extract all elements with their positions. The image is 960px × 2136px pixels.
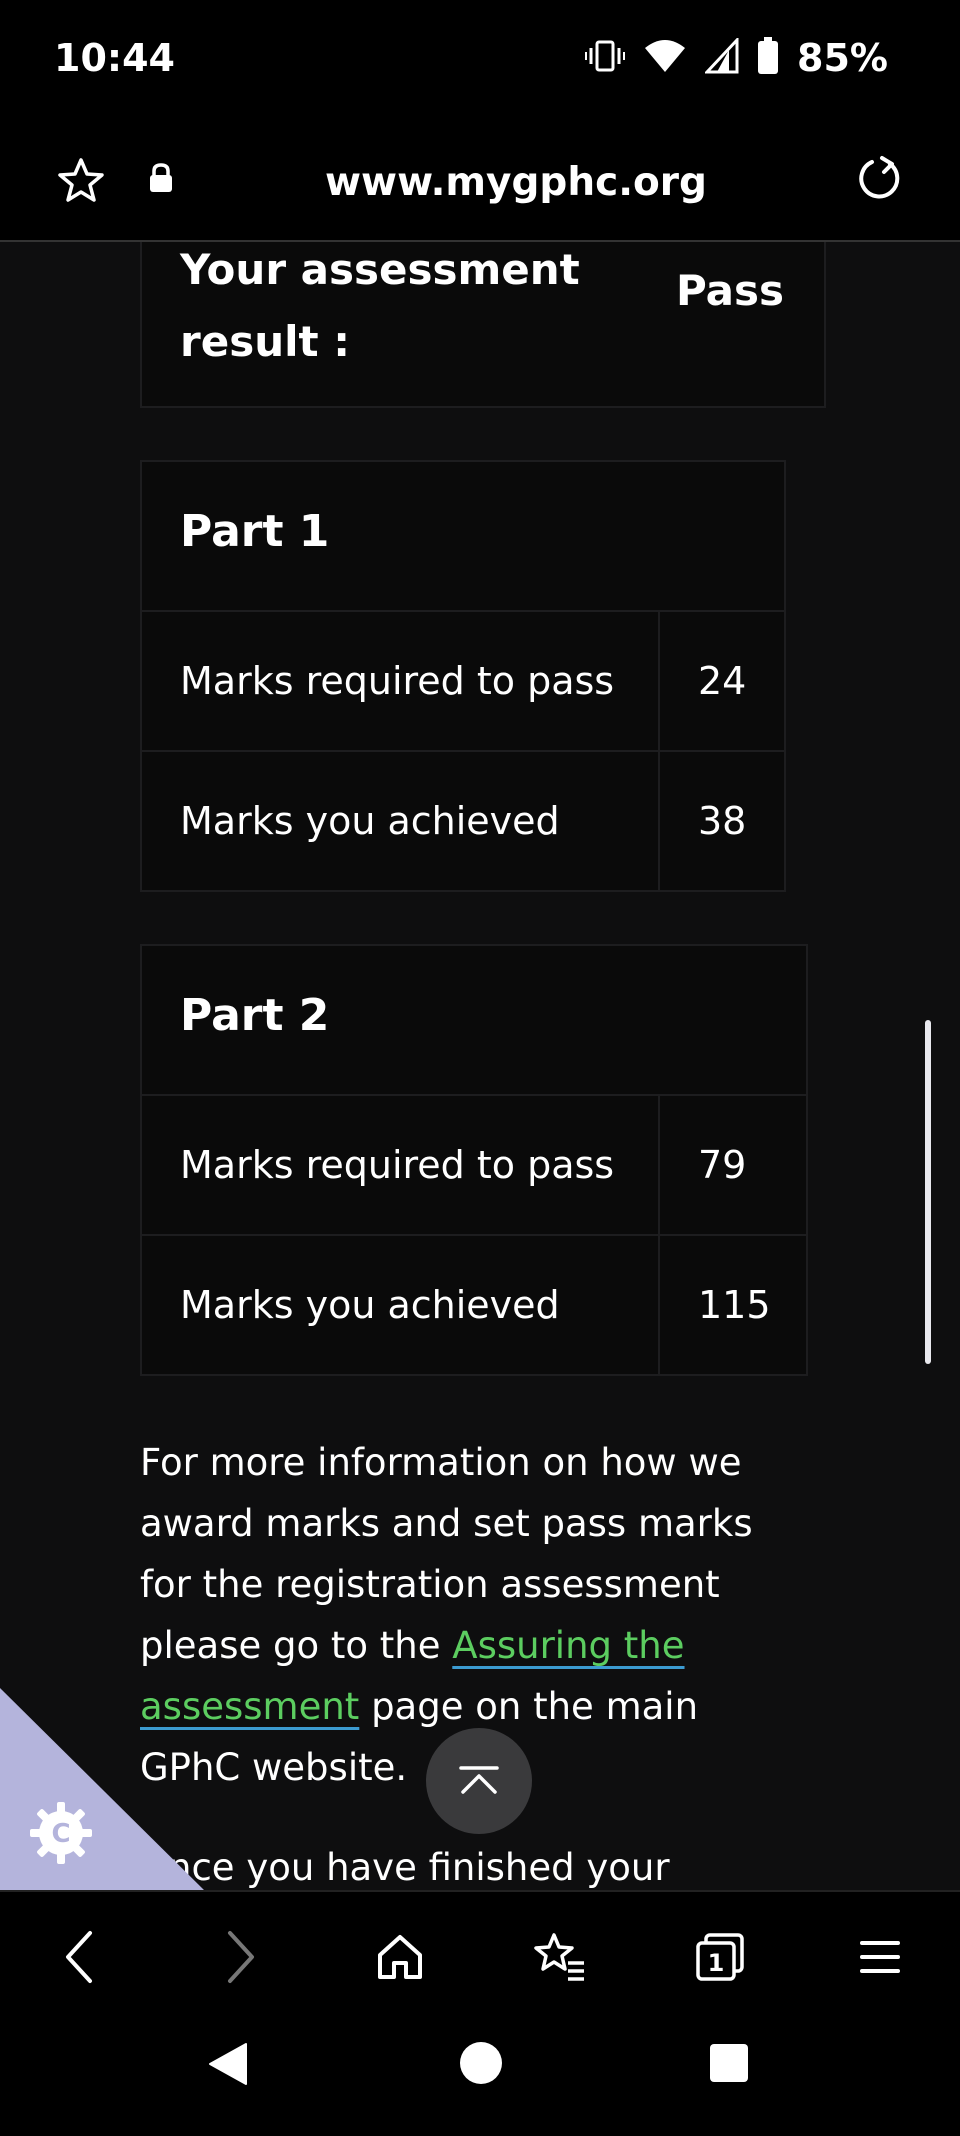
lock-icon[interactable] (148, 162, 174, 198)
battery-percent: 85% (797, 36, 888, 80)
bookmarks-button[interactable] (510, 1907, 610, 2007)
gear-badge-icon: C (30, 1802, 92, 1864)
svg-text:1: 1 (708, 1949, 725, 1977)
row-value: 115 (698, 1283, 771, 1327)
part-2-title: Part 2 (142, 946, 806, 1096)
forward-button[interactable] (190, 1907, 290, 2007)
row-label: Marks required to pass (142, 612, 660, 750)
android-navigation-bar (0, 2020, 960, 2136)
menu-button[interactable] (830, 1907, 930, 2007)
battery-icon (757, 37, 779, 79)
row-label: Marks you achieved (142, 752, 660, 890)
vibrate-icon (585, 38, 626, 78)
star-list-icon (534, 1933, 584, 1981)
bookmark-star-icon[interactable] (56, 156, 106, 210)
scroll-to-top-button[interactable] (426, 1728, 532, 1834)
part-1-title: Part 1 (142, 462, 784, 612)
assessment-result-label: Your assessment result : (180, 245, 580, 366)
part-title-text: Part 1 (180, 506, 330, 557)
home-button[interactable] (350, 1907, 450, 2007)
row-label: Marks you achieved (142, 1236, 660, 1374)
web-page-content: Your assessment result : Pass Part 1 Mar… (0, 242, 960, 1890)
home-icon (378, 1935, 422, 1979)
part-2-table: Part 2 Marks required to pass 79 Marks y… (140, 944, 808, 1376)
hamburger-menu-icon (860, 1941, 900, 1973)
assessment-result-value: Pass (676, 266, 784, 315)
row-value: 24 (698, 659, 747, 703)
url-address[interactable]: www.mygphc.org (200, 160, 832, 205)
table-row: Marks required to pass 24 (142, 612, 784, 752)
status-icons: 85% (585, 36, 888, 80)
signal-icon (703, 36, 739, 78)
status-time: 10:44 (54, 36, 175, 80)
part-title-text: Part 2 (180, 990, 330, 1041)
wifi-icon (643, 38, 687, 78)
url-bar: www.mygphc.org (0, 120, 960, 242)
badge-letter: C (51, 1819, 70, 1849)
system-home-button[interactable] (458, 2040, 504, 2090)
scroll-up-icon (459, 1766, 499, 1794)
reload-icon[interactable] (854, 154, 904, 208)
system-recents-button[interactable] (708, 2042, 750, 2088)
triangle-back-icon (209, 2043, 247, 2085)
tabs-icon: 1 (696, 1933, 744, 1981)
part-1-table: Part 1 Marks required to pass 24 Marks y… (140, 460, 786, 892)
square-recents-icon (710, 2044, 748, 2082)
chevron-left-icon (66, 1931, 92, 1983)
assessment-result-box: Your assessment result : Pass (140, 242, 826, 408)
status-bar: 10:44 85% (0, 0, 960, 120)
corner-badge[interactable]: C (26, 1798, 96, 1872)
row-value: 38 (698, 799, 747, 843)
circle-home-icon (460, 2042, 502, 2084)
row-label: Marks required to pass (142, 1096, 660, 1234)
back-button[interactable] (30, 1907, 130, 2007)
tabs-button[interactable]: 1 (670, 1907, 770, 2007)
table-row: Marks required to pass 79 (142, 1096, 806, 1236)
scrollbar-thumb[interactable] (925, 1020, 931, 1364)
row-value: 79 (698, 1143, 747, 1187)
chevron-right-icon (228, 1931, 254, 1983)
browser-toolbar: 1 (0, 1890, 960, 2022)
table-row: Marks you achieved 38 (142, 752, 784, 890)
partial-paragraph: nce you have finished your (168, 1846, 670, 1889)
table-row: Marks you achieved 115 (142, 1236, 806, 1374)
system-back-button[interactable] (206, 2040, 250, 2092)
